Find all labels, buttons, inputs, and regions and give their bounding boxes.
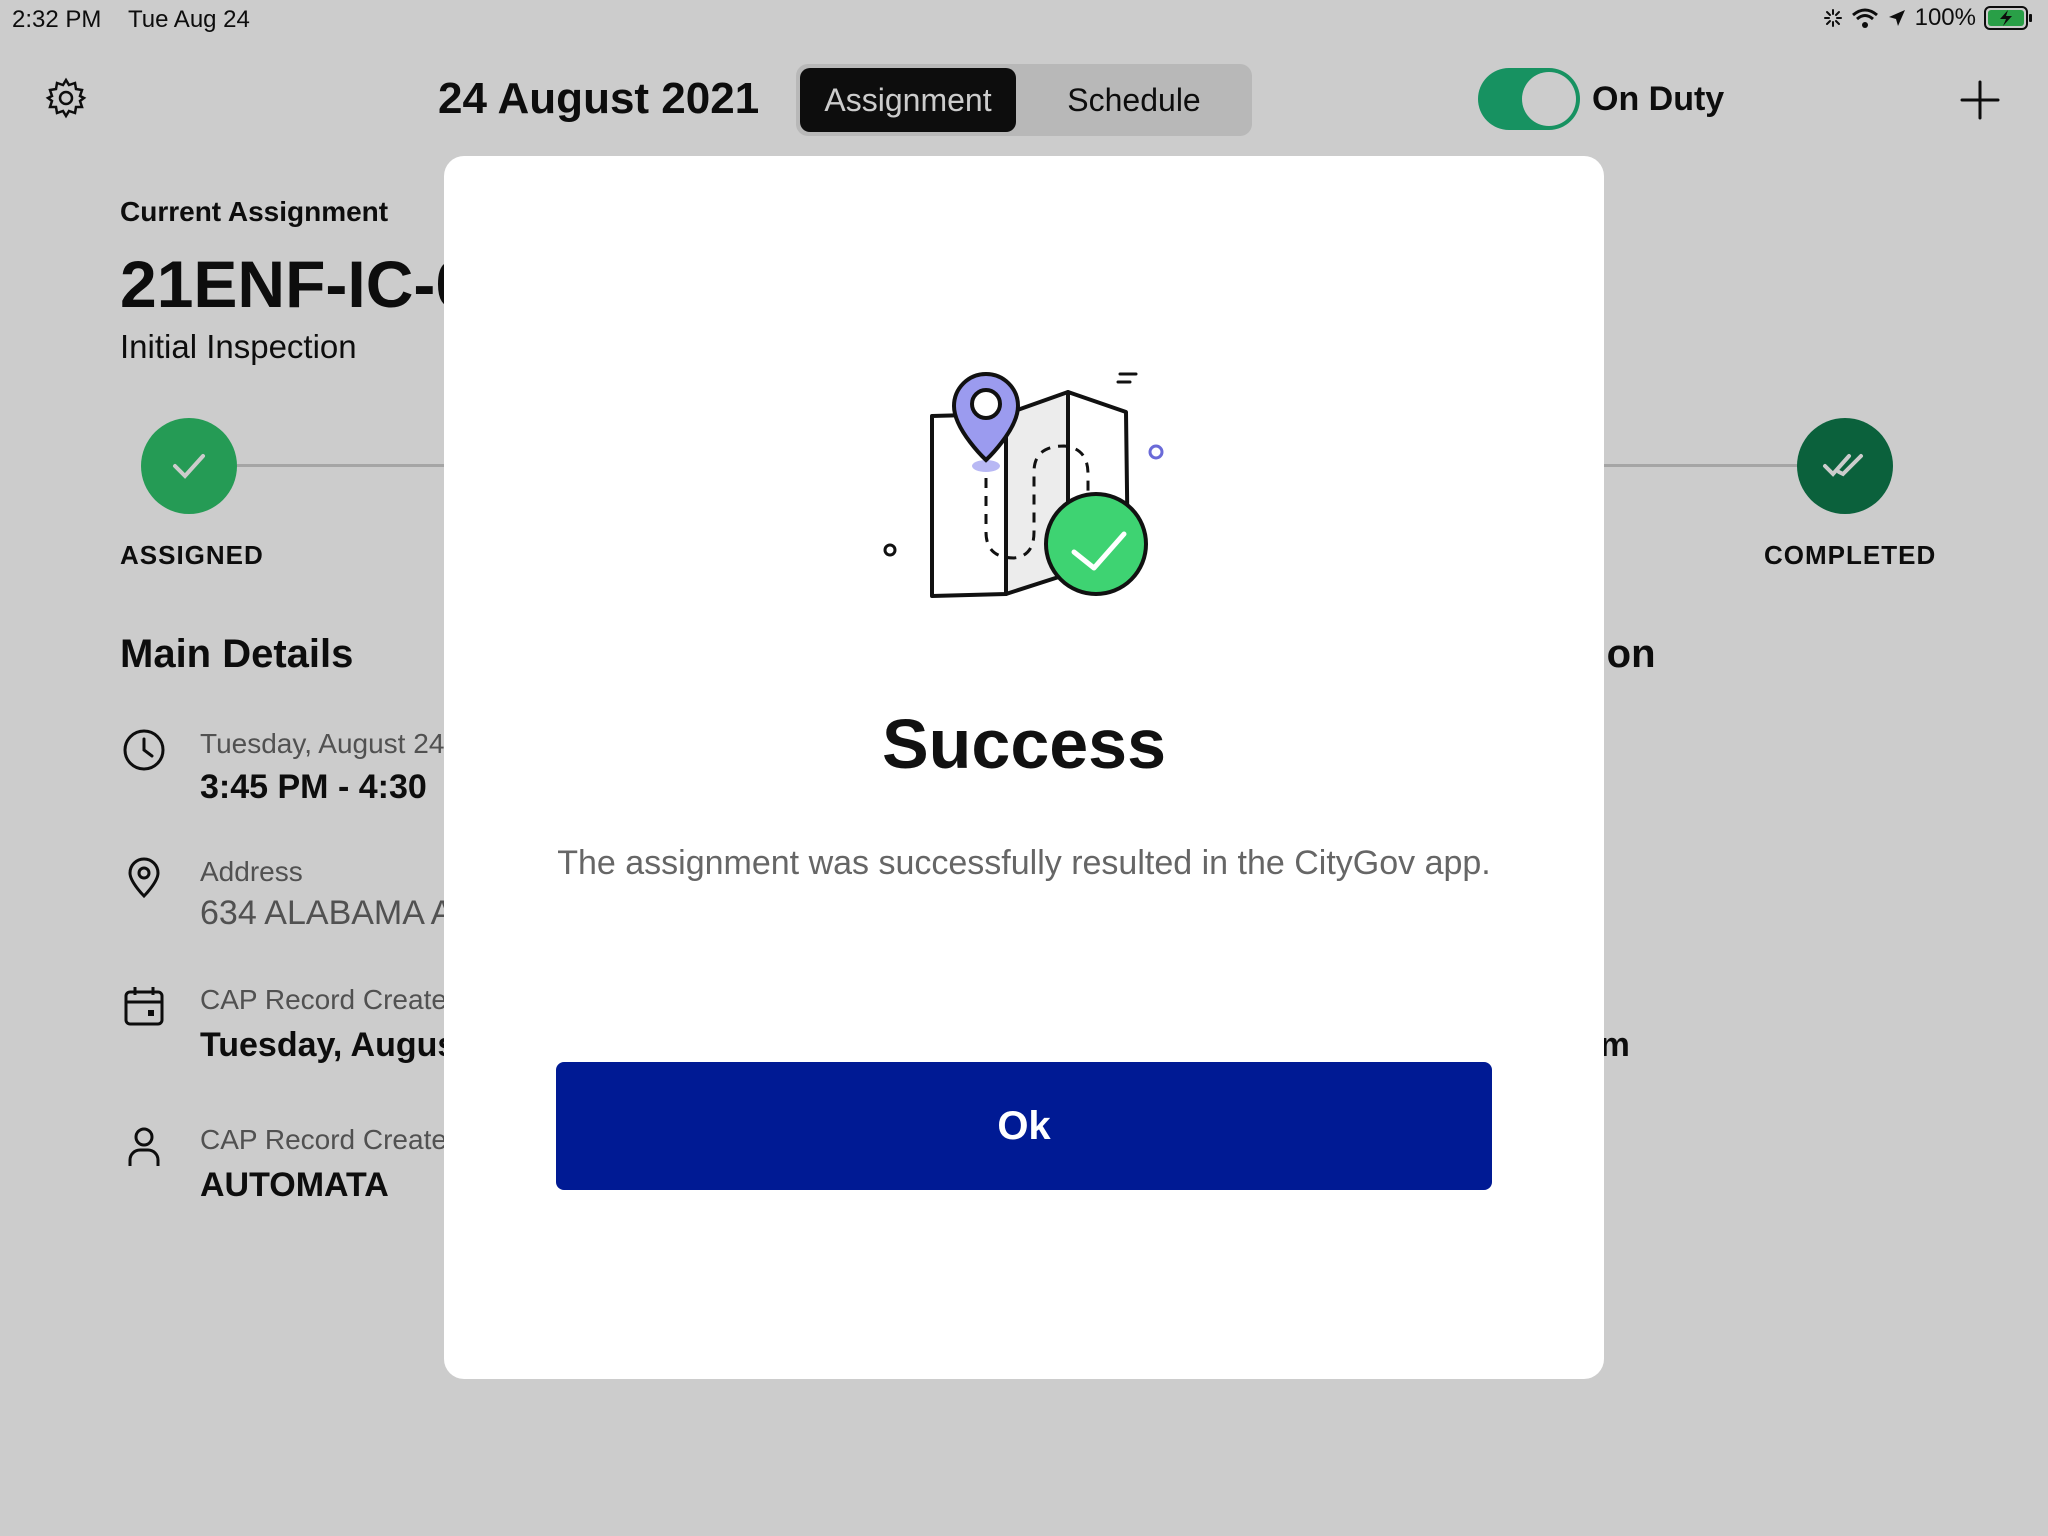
modal-title: Success — [881, 705, 1167, 783]
success-modal: Success The assignment was successfully … — [444, 156, 1604, 1379]
map-success-illustration — [883, 372, 1164, 598]
ok-button[interactable]: Ok — [556, 1062, 1492, 1190]
modal-message: The assignment was successfully resulted… — [557, 844, 1491, 882]
